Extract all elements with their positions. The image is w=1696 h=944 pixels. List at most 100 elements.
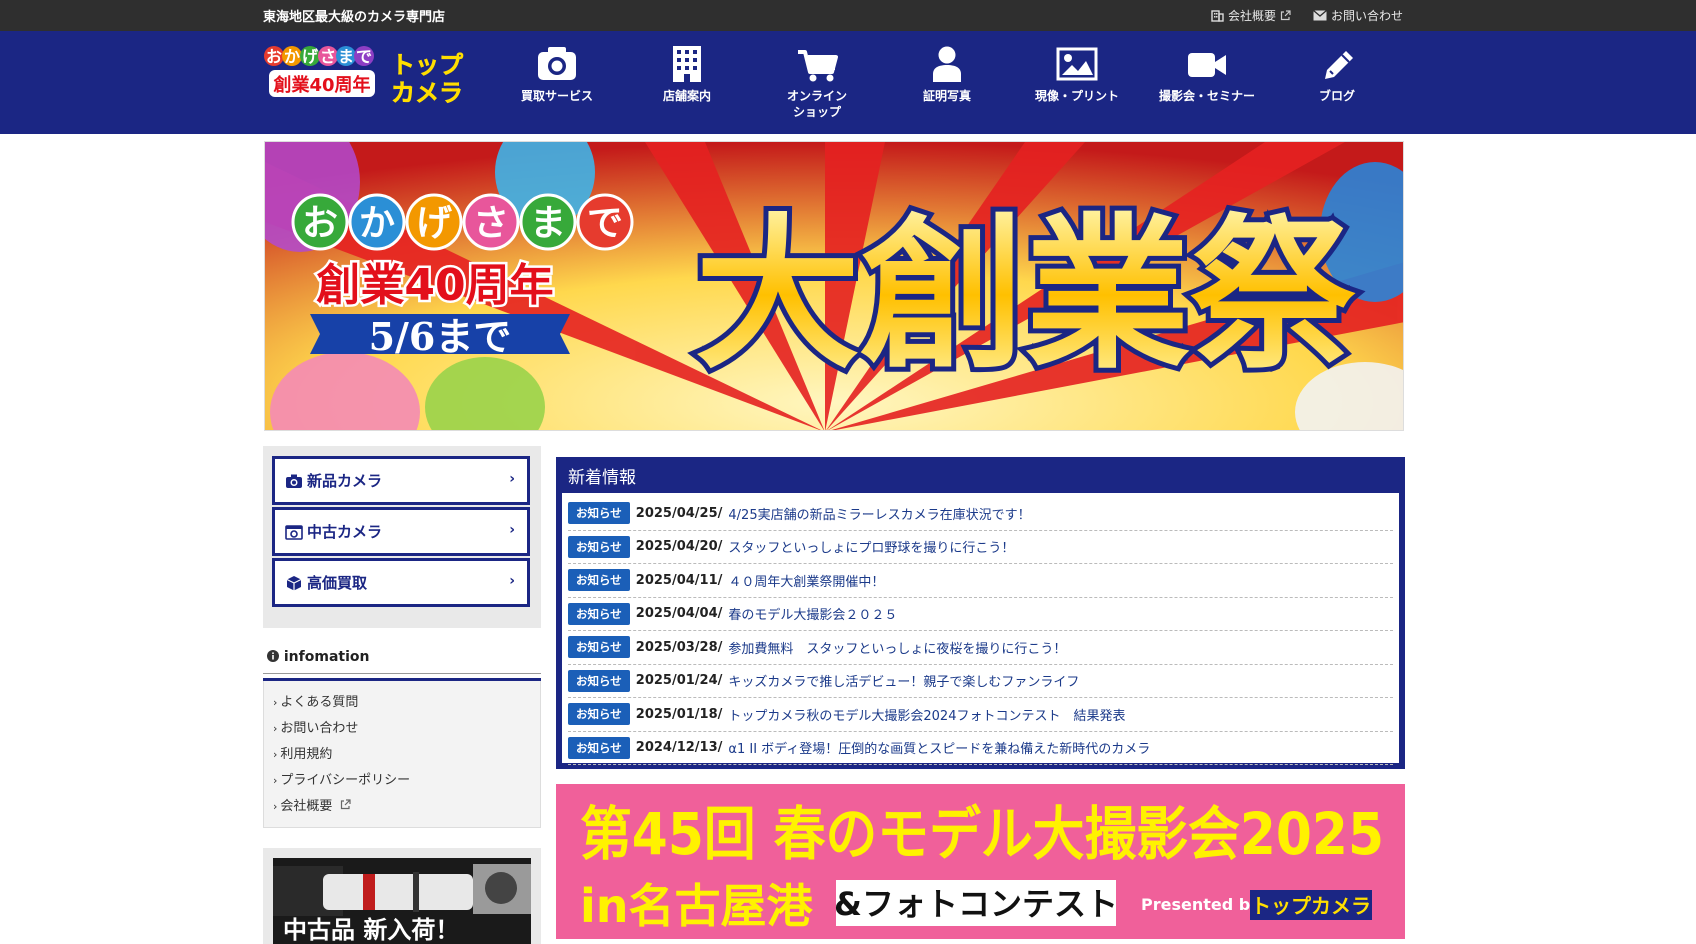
- company-overview-sidebar-link[interactable]: › 会社概要: [264, 794, 540, 820]
- news-date: 2024/12/13/: [635, 740, 723, 756]
- nav-id-photo[interactable]: 証明写真: [882, 46, 1012, 104]
- nav-label: オンライン ショップ: [786, 89, 847, 119]
- nav-photo-session[interactable]: 撮影会・セミナー: [1142, 46, 1272, 104]
- news-tag-badge: お知らせ: [568, 703, 630, 726]
- news-link[interactable]: トップカメラ秋のモデル大撮影会2024フォトコンテスト 結果発表: [728, 705, 1125, 724]
- used-arrivals-promo: 中古品 新入荷！: [263, 848, 541, 944]
- camera-icon: [286, 474, 302, 488]
- svg-text:げ: げ: [416, 203, 452, 244]
- news-date: 2025/04/25/: [635, 505, 723, 521]
- svg-text:げ: げ: [302, 47, 319, 66]
- faq-link[interactable]: › よくある質問: [264, 690, 540, 716]
- svg-text:さ: さ: [320, 47, 336, 66]
- cart-icon: [798, 50, 838, 82]
- pencil-icon: [1325, 51, 1353, 79]
- side-button-label: 高価買取: [307, 574, 368, 592]
- contact-label: お問い合わせ: [1330, 9, 1403, 23]
- news-list: お知らせ 2025/04/25/4/25実店舗の新品ミラーレスカメラ在庫状況です！…: [562, 493, 1399, 765]
- promo-venue: in名古屋港: [580, 879, 814, 933]
- top-links: 会社概要 お問い合わせ: [1211, 7, 1403, 24]
- promo-caption: 中古品 新入荷！: [283, 915, 459, 944]
- news-tag-badge: お知らせ: [568, 535, 630, 558]
- hero-title: 大創業祭: [695, 199, 1356, 391]
- svg-text:さ: さ: [473, 203, 509, 244]
- hero-banner[interactable]: お か げ さ ま で 創業40周年 5/6まで 大創業祭: [264, 141, 1404, 431]
- chevron-right-icon: ›: [273, 800, 278, 813]
- news-tag-badge: お知らせ: [568, 636, 630, 659]
- news-link[interactable]: スタッフといっしょにプロ野球を撮りに行こう！: [728, 537, 1014, 556]
- site-logo[interactable]: お か げ さ ま で 創業40周年 トップ カメラ: [263, 43, 475, 107]
- promo-presented-by: Presented by: [1141, 895, 1261, 914]
- list-item: お知らせ 2025/04/20/スタッフといっしょにプロ野球を撮りに行こう！: [568, 531, 1393, 564]
- promo-brand: トップカメラ: [1251, 894, 1371, 918]
- building-icon: [673, 46, 701, 82]
- list-item: お知らせ 2025/04/04/春のモデル大撮影会２０２５: [568, 598, 1393, 631]
- svg-text:か: か: [359, 203, 395, 244]
- high-price-purchase-button[interactable]: 高価買取 ›: [272, 558, 530, 607]
- news-link[interactable]: 春のモデル大撮影会２０２５: [728, 604, 897, 623]
- news-link[interactable]: 4/25実店舗の新品ミラーレスカメラ在庫状況です！: [728, 504, 1030, 523]
- news-date: 2025/03/28/: [635, 639, 723, 655]
- divider: [263, 673, 541, 674]
- privacy-policy-link[interactable]: › プライバシーポリシー: [264, 768, 540, 794]
- svg-text:お: お: [302, 203, 338, 244]
- chevron-right-icon: ›: [273, 696, 278, 709]
- company-overview-link[interactable]: 会社概要: [1211, 7, 1291, 24]
- list-item: お知らせ 2025/04/11/４０周年大創業祭開催中！: [568, 564, 1393, 598]
- contact-link[interactable]: お問い合わせ: [1313, 7, 1403, 24]
- contact-sidebar-link[interactable]: › お問い合わせ: [264, 716, 540, 742]
- chevron-right-icon: ›: [509, 471, 515, 487]
- nav-online-shop[interactable]: オンライン ショップ: [752, 46, 882, 120]
- news-date: 2025/01/24/: [635, 673, 723, 689]
- nav-purchase-service[interactable]: 買取サービス: [492, 46, 622, 104]
- svg-text:ま: ま: [338, 47, 354, 66]
- nav-label: ブログ: [1318, 89, 1355, 103]
- news-tag-badge: お知らせ: [568, 602, 630, 625]
- svg-text:お: お: [266, 47, 282, 66]
- box-icon: [286, 575, 302, 590]
- picture-icon: [1056, 47, 1098, 81]
- logo-anniversary: 創業40周年: [272, 74, 370, 96]
- promo-contest: &フォトコンテスト: [834, 885, 1118, 923]
- used-cameras-photo: 中古品 新入荷！: [273, 858, 531, 944]
- list-item: お知らせ 2025/01/18/トップカメラ秋のモデル大撮影会2024フォトコンテ…: [568, 698, 1393, 732]
- news-link[interactable]: α1 II ボディ登場！圧倒的な画質とスピードを兼ね備えた新時代のカメラ: [728, 738, 1150, 757]
- chevron-right-icon: ›: [509, 573, 515, 589]
- news-date: 2025/04/11/: [635, 572, 723, 588]
- used-arrivals-banner[interactable]: 中古品 新入荷！: [273, 858, 531, 944]
- chevron-right-icon: ›: [273, 748, 278, 761]
- news-date: 2025/04/20/: [635, 539, 723, 555]
- nav-blog[interactable]: ブログ: [1272, 46, 1402, 104]
- top-bar: 東海地区最大級のカメラ専門店 会社概要 お問い合わせ: [0, 0, 1696, 31]
- nav-label: 店舗案内: [662, 89, 711, 103]
- used-camera-button[interactable]: 中古カメラ ›: [272, 507, 530, 556]
- news-link[interactable]: ４０周年大創業祭開催中！: [728, 571, 884, 590]
- news-link[interactable]: 参加費無料 スタッフといっしょに夜桜を撮りに行こう！: [728, 638, 1066, 657]
- building-icon: [1211, 9, 1224, 22]
- news-tag-badge: お知らせ: [568, 569, 630, 592]
- terms-link[interactable]: › 利用規約: [264, 742, 540, 768]
- information-heading: infomation: [263, 649, 541, 665]
- news-tag-badge: お知らせ: [568, 669, 630, 692]
- news-panel: 新着情報 お知らせ 2025/04/25/4/25実店舗の新品ミラーレスカメラ在庫…: [556, 457, 1405, 769]
- mail-icon: [1313, 10, 1327, 21]
- used-camera-icon: [285, 524, 303, 540]
- news-link[interactable]: キッズカメラで推し活デビュー！親子で楽しむファンライフ: [728, 671, 1079, 690]
- company-overview-label: 会社概要: [1227, 9, 1276, 23]
- nav-label: 証明写真: [922, 89, 971, 103]
- svg-text:か: か: [284, 47, 300, 66]
- news-tag-badge: お知らせ: [568, 502, 630, 525]
- info-icon: [267, 650, 279, 662]
- new-camera-button[interactable]: 新品カメラ ›: [272, 456, 530, 505]
- svg-text:ま: ま: [530, 203, 566, 244]
- camera-icon: [538, 47, 576, 80]
- sidebar-category-box: 新品カメラ › 中古カメラ › 高価買取 ›: [263, 446, 541, 628]
- person-icon: [933, 46, 961, 82]
- list-item: お知らせ 2025/03/28/参加費無料 スタッフといっしょに夜桜を撮りに行こう…: [568, 631, 1393, 665]
- nav-print[interactable]: 現像・プリント: [1012, 46, 1142, 104]
- hero-banner-graphic: お か げ さ ま で 創業40周年 5/6まで 大創業祭: [265, 142, 1403, 430]
- chevron-right-icon: ›: [509, 522, 515, 538]
- list-item: お知らせ 2025/04/25/4/25実店舗の新品ミラーレスカメラ在庫状況です！: [568, 497, 1393, 531]
- nav-store-guide[interactable]: 店舗案内: [622, 46, 752, 104]
- photo-session-banner[interactable]: 第45回 春のモデル大撮影会2025 in名古屋港 &フォトコンテスト Pres…: [556, 784, 1405, 939]
